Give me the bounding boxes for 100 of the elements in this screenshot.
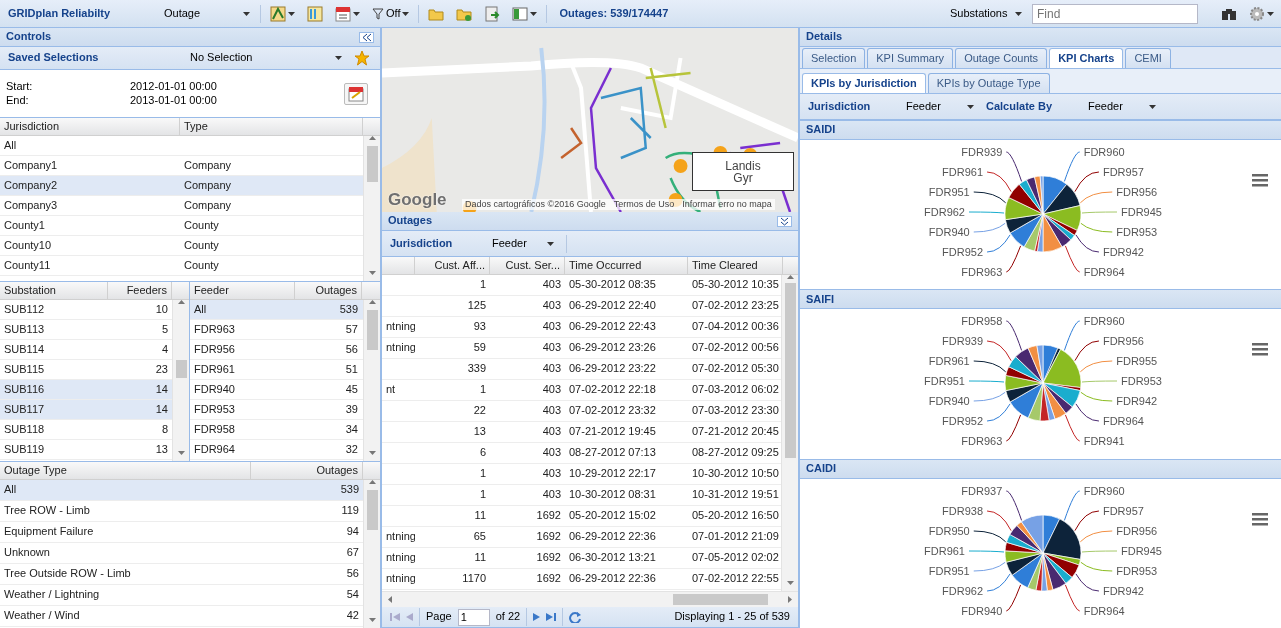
column-header[interactable]: Time Cleared: [688, 257, 783, 274]
table-row[interactable]: All 539: [0, 480, 363, 501]
tab[interactable]: KPI Charts: [1049, 47, 1124, 68]
table-row[interactable]: 13 403 07-21-2012 19:45 07-21-2012 20:45: [382, 422, 781, 443]
scope-dropdown[interactable]: Substations: [946, 6, 1026, 21]
table-row[interactable]: ntning 65 1692 06-29-2012 22:36 07-01-2012 21:09: [382, 527, 781, 548]
scroll-bar[interactable]: [382, 591, 798, 607]
column-header[interactable]: Feeder: [190, 282, 295, 299]
map-button[interactable]: [304, 3, 326, 24]
scroll-down-icon[interactable]: [368, 271, 376, 275]
table-row[interactable]: County1 County: [0, 216, 363, 236]
table-row[interactable]: ntning 59 403 06-29-2012 23:26 07-02-2012 00:56: [382, 338, 781, 359]
tab[interactable]: Outage Counts: [955, 47, 1048, 68]
tab[interactable]: KPIs by Outage Type: [927, 72, 1050, 93]
scroll-left-icon[interactable]: [388, 596, 392, 603]
table-row[interactable]: 1 403 10-30-2012 08:31 10-31-2012 19:51: [382, 485, 781, 506]
scroll-bar[interactable]: [363, 136, 380, 281]
slice-label: FDR940: [928, 395, 970, 408]
table-row[interactable]: ntning 1170 1692 06-29-2012 22:36 07-02-2012 22:55: [382, 569, 781, 590]
table-row[interactable]: SUB116 14: [0, 380, 172, 400]
column-header[interactable]: Outages: [251, 462, 363, 479]
table-row[interactable]: SUB117 14: [0, 400, 172, 420]
tab[interactable]: Selection: [802, 47, 866, 68]
table-row[interactable]: All: [0, 136, 363, 156]
scroll-bar[interactable]: [781, 275, 798, 591]
scroll-down-icon[interactable]: [786, 581, 794, 585]
table-row[interactable]: ntning 11 1692 06-30-2012 13:21 07-05-2012 02:02: [382, 548, 781, 569]
slice-label: FDR945: [1121, 544, 1162, 557]
scroll-down-icon[interactable]: [177, 451, 185, 455]
last-page-icon[interactable]: [546, 612, 557, 622]
tab[interactable]: KPI Summary: [867, 47, 954, 68]
table-row[interactable]: 339 403 06-29-2012 23:22 07-02-2012 05:30: [382, 359, 781, 380]
table-row[interactable]: Equipment Failure 94: [0, 522, 363, 543]
collapse-button[interactable]: [359, 31, 374, 43]
column-header[interactable]: Feeders: [108, 282, 172, 299]
table-row[interactable]: Weather / Lightning 54: [0, 585, 363, 606]
tab[interactable]: CEMI: [1125, 47, 1171, 68]
column-header[interactable]: Type: [180, 118, 363, 135]
expand-button[interactable]: [777, 215, 792, 227]
search-field[interactable]: Find: [1032, 3, 1198, 24]
calendar-button[interactable]: [344, 82, 368, 105]
map-chart-button[interactable]: [267, 3, 298, 24]
caret-icon: [402, 11, 410, 16]
page-field[interactable]: 1: [457, 608, 490, 626]
scroll-bar[interactable]: [363, 300, 380, 461]
jurisdiction-dropdown[interactable]: Feeder: [902, 99, 978, 114]
view-dropdown[interactable]: Outage: [160, 6, 254, 21]
saved-selection-dropdown[interactable]: No Selection: [186, 51, 346, 65]
jurisdiction-dropdown[interactable]: Feeder: [488, 236, 558, 251]
table-row[interactable]: nt 1 403 07-02-2012 22:18 07-03-2012 06:02: [382, 380, 781, 401]
expand-icon: [780, 216, 789, 226]
column-header[interactable]: Outage Type: [0, 462, 251, 479]
scroll-bar[interactable]: [363, 480, 380, 628]
scroll-thumb[interactable]: [784, 283, 796, 458]
scroll-down-icon[interactable]: [368, 451, 376, 455]
scroll-down-icon[interactable]: [368, 618, 376, 622]
table-row[interactable]: Company3 Company: [0, 196, 363, 216]
table-row[interactable]: All 539: [190, 300, 363, 320]
table-row[interactable]: County10 County: [0, 236, 363, 256]
scroll-right-icon[interactable]: [788, 596, 792, 603]
table-row[interactable]: Unknown 67: [0, 543, 363, 564]
table-cell-text: 05-20-2012 15:02: [568, 509, 657, 523]
table-row[interactable]: 125 403 06-29-2012 22:40 07-02-2012 23:25: [382, 296, 781, 317]
scroll-thumb[interactable]: [366, 490, 378, 530]
column-header[interactable]: Cust. Aff...: [415, 257, 490, 274]
map-report-link[interactable]: Informar erro no mapa: [682, 199, 772, 210]
table-row[interactable]: 6 403 08-27-2012 07:13 08-27-2012 09:25: [382, 443, 781, 464]
menu-icon[interactable]: [1252, 174, 1268, 187]
star-icon[interactable]: [354, 50, 370, 66]
scroll-thumb[interactable]: [175, 360, 187, 378]
table-row[interactable]: 1 403 05-30-2012 08:35 05-30-2012 10:35: [382, 275, 781, 296]
table-row[interactable]: Weather / Wind 42: [0, 606, 363, 627]
scroll-thumb[interactable]: [366, 310, 378, 350]
scroll-thumb[interactable]: [673, 594, 768, 605]
map-terms-link[interactable]: Termos de Uso: [613, 199, 675, 210]
tab[interactable]: KPIs by Jurisdiction: [802, 72, 926, 93]
table-row[interactable]: ntning 93 403 06-29-2012 22:43 07-04-2012 00:36: [382, 317, 781, 338]
filter-button[interactable]: Off: [369, 4, 413, 23]
scroll-bar[interactable]: [172, 300, 189, 461]
table-row[interactable]: 22 403 07-02-2012 23:32 07-03-2012 23:30: [382, 401, 781, 422]
table-row[interactable]: Tree ROW - Limb 119: [0, 501, 363, 522]
table-row[interactable]: Tree Outside ROW - Limb 56: [0, 564, 363, 585]
column-header[interactable]: Substation: [0, 282, 108, 299]
slice-label: FDR940: [961, 604, 1003, 617]
table-row[interactable]: Company2 Company: [0, 176, 363, 196]
scroll-thumb[interactable]: [366, 146, 378, 182]
table-row[interactable]: County11 County: [0, 256, 363, 276]
table-row[interactable]: 11 1692 05-20-2012 15:02 05-20-2012 16:50: [382, 506, 781, 527]
slice-label: FDR940: [928, 226, 970, 238]
calculate-by-dropdown[interactable]: Feeder: [1084, 99, 1160, 114]
menu-icon[interactable]: [1252, 512, 1268, 526]
column-header[interactable]: Jurisdiction: [0, 118, 180, 135]
refresh-icon[interactable]: [569, 611, 582, 623]
column-header[interactable]: Outages: [295, 282, 362, 299]
chart-title: SAIDI: [806, 123, 836, 137]
column-header[interactable]: Time Occurred: [565, 257, 688, 274]
next-page-icon[interactable]: [533, 612, 541, 622]
column-header[interactable]: Cust. Ser...: [490, 257, 565, 274]
menu-icon[interactable]: [1252, 343, 1268, 356]
table-row[interactable]: 1 403 10-29-2012 22:17 10-30-2012 10:50: [382, 464, 781, 485]
